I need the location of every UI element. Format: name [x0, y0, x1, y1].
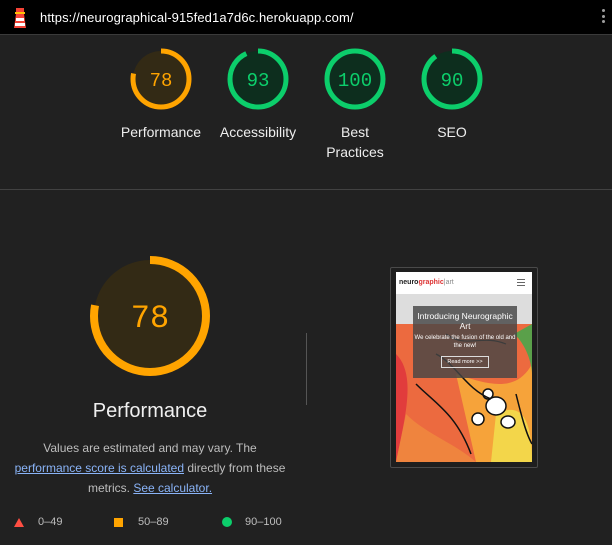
hamburger-icon: [517, 279, 525, 288]
legend-pass: 90–100: [222, 516, 282, 528]
gauge-score: 78: [150, 70, 173, 92]
gauge-label: Accessibility: [219, 124, 297, 140]
score-legend: 0–49 50–89 90–100: [0, 516, 612, 532]
legend-average: 50–89: [114, 516, 169, 528]
performance-score: 78: [131, 300, 169, 337]
performance-title: Performance: [92, 400, 208, 422]
gauge-performance[interactable]: 78 Performance: [111, 46, 211, 142]
hero-banner: Introducing Neurographic Art We celebrat…: [413, 306, 517, 378]
legend-average-label: 50–89: [138, 516, 169, 528]
page-url[interactable]: https://neurographical-915fed1a7d6c.hero…: [40, 10, 354, 25]
category-gauges: 78 Performance 93 Accessibility 100 Best…: [0, 46, 612, 186]
gauge-score: 100: [338, 70, 372, 92]
lighthouse-icon: [14, 8, 26, 28]
section-divider: [0, 189, 612, 190]
gauge-label: Performance: [120, 124, 202, 140]
final-screenshot[interactable]: neurographic|art Introducing Neurographi…: [390, 267, 538, 468]
site-header: neurographic|art: [396, 272, 532, 294]
circle-icon: [222, 517, 232, 527]
triangle-icon: [14, 517, 24, 527]
gauge-best-practices[interactable]: 100 Best Practices: [305, 46, 405, 162]
address-bar: https://neurographical-915fed1a7d6c.hero…: [0, 0, 612, 35]
read-more-button: Read more >>: [441, 356, 489, 368]
legend-fail: 0–49: [14, 516, 62, 528]
gauge-ring: 78: [130, 48, 192, 110]
vertical-divider: [306, 333, 307, 405]
square-icon: [114, 517, 123, 527]
more-vert-icon[interactable]: [600, 9, 606, 25]
screenshot-page: neurographic|art Introducing Neurographi…: [396, 272, 532, 462]
performance-description: Values are estimated and may vary. The p…: [10, 438, 290, 498]
legend-pass-label: 90–100: [245, 516, 282, 528]
gauge-ring: 90: [421, 48, 483, 110]
desc-text: Values are estimated and may vary. The: [43, 441, 257, 455]
hero-text: We celebrate the fusion of the old and t…: [414, 335, 516, 349]
gauge-accessibility[interactable]: 93 Accessibility: [208, 46, 308, 142]
gauge-ring: 93: [227, 48, 289, 110]
gauge-ring: 100: [324, 48, 386, 110]
performance-gauge: 78: [90, 256, 210, 376]
gauge-seo[interactable]: 90 SEO: [402, 46, 502, 142]
see-calculator-link[interactable]: See calculator.: [133, 481, 212, 495]
legend-fail-label: 0–49: [38, 516, 63, 528]
gauge-score: 93: [247, 70, 270, 92]
performance-score-link[interactable]: performance score is calculated: [15, 461, 184, 475]
gauge-label: SEO: [437, 124, 467, 140]
gauge-score: 90: [441, 70, 464, 92]
site-logo: neurographic|art: [399, 279, 454, 286]
hero-title: Introducing Neurographic Art: [417, 311, 513, 331]
gauge-label: Best Practices: [326, 124, 384, 160]
